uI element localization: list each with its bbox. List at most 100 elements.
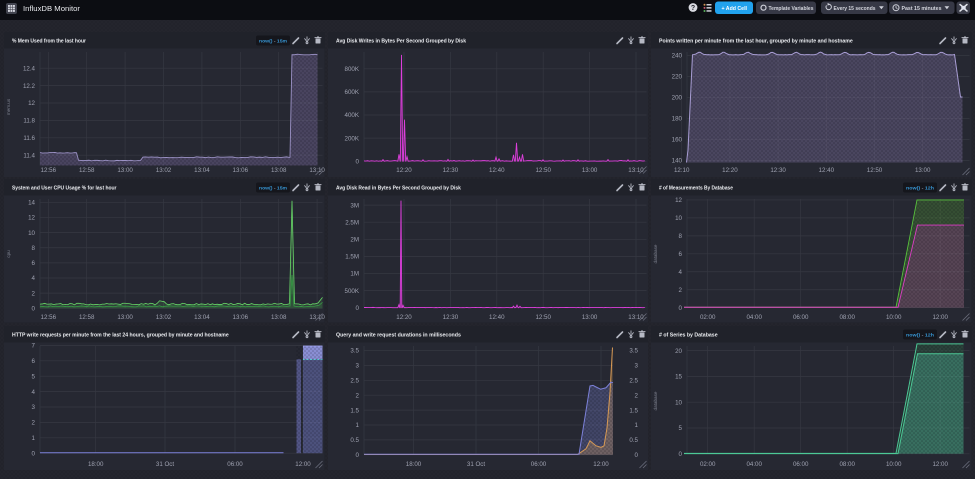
svg-text:database: database bbox=[653, 391, 658, 410]
svg-text:12:20: 12:20 bbox=[396, 314, 412, 321]
svg-text:06:00: 06:00 bbox=[793, 314, 809, 321]
svg-text:3.5: 3.5 bbox=[629, 347, 638, 354]
svg-text:13:00: 13:00 bbox=[915, 167, 931, 174]
svg-text:mem.us: mem.us bbox=[6, 98, 11, 115]
svg-text:08:00: 08:00 bbox=[839, 314, 855, 321]
svg-text:12:00: 12:00 bbox=[932, 461, 948, 468]
svg-text:12:40: 12:40 bbox=[819, 167, 835, 174]
svg-text:18:00: 18:00 bbox=[405, 461, 421, 468]
svg-text:1: 1 bbox=[634, 422, 638, 429]
svg-text:2.5: 2.5 bbox=[629, 377, 638, 384]
svg-text:3: 3 bbox=[355, 362, 359, 369]
svg-text:0: 0 bbox=[32, 306, 36, 313]
svg-text:0: 0 bbox=[634, 452, 638, 459]
svg-text:10:00: 10:00 bbox=[886, 461, 902, 468]
svg-text:Avg Disk Read in Bytes Per Sec: Avg Disk Read in Bytes Per Second Groupe… bbox=[336, 186, 461, 192]
svg-text:13:10: 13:10 bbox=[628, 167, 644, 174]
svg-text:6: 6 bbox=[32, 358, 36, 365]
svg-text:InfluxDB Monitor: InfluxDB Monitor bbox=[23, 6, 81, 13]
svg-text:0: 0 bbox=[355, 452, 359, 459]
svg-text:13:00: 13:00 bbox=[581, 314, 597, 321]
svg-text:20: 20 bbox=[675, 347, 682, 354]
svg-text:11.8: 11.8 bbox=[23, 117, 35, 124]
svg-text:2: 2 bbox=[679, 287, 683, 294]
svg-text:140: 140 bbox=[672, 157, 683, 164]
svg-text:4: 4 bbox=[32, 388, 36, 395]
svg-text:600K: 600K bbox=[344, 89, 359, 96]
svg-text:12.4: 12.4 bbox=[23, 65, 36, 72]
svg-text:12:20: 12:20 bbox=[396, 167, 412, 174]
svg-text:11.6: 11.6 bbox=[23, 135, 35, 142]
svg-text:0: 0 bbox=[355, 158, 359, 165]
svg-text:1M: 1M bbox=[350, 271, 359, 278]
svg-text:04:00: 04:00 bbox=[746, 461, 762, 468]
svg-text:now() - 15m: now() - 15m bbox=[259, 185, 287, 191]
svg-text:12:40: 12:40 bbox=[489, 314, 505, 321]
svg-text:11.4: 11.4 bbox=[23, 152, 35, 159]
svg-text:12:56: 12:56 bbox=[41, 167, 57, 174]
svg-text:12:40: 12:40 bbox=[489, 167, 505, 174]
svg-text:12.2: 12.2 bbox=[23, 82, 36, 89]
svg-text:# of Series by Database: # of Series by Database bbox=[659, 332, 718, 338]
svg-text:3.5: 3.5 bbox=[350, 347, 359, 354]
svg-text:12:58: 12:58 bbox=[79, 314, 95, 321]
svg-text:2: 2 bbox=[32, 419, 36, 426]
svg-text:06:00: 06:00 bbox=[227, 461, 243, 468]
svg-text:1.5: 1.5 bbox=[350, 407, 359, 414]
svg-text:180: 180 bbox=[672, 115, 683, 122]
svg-text:2: 2 bbox=[634, 392, 638, 399]
svg-text:8: 8 bbox=[679, 233, 683, 240]
svg-text:1: 1 bbox=[355, 422, 359, 429]
svg-text:240: 240 bbox=[672, 52, 683, 59]
svg-text:08:00: 08:00 bbox=[839, 461, 855, 468]
svg-text:0: 0 bbox=[355, 305, 359, 312]
svg-text:database: database bbox=[653, 244, 658, 263]
svg-text:10: 10 bbox=[28, 230, 35, 237]
svg-text:+ Add Cell: + Add Cell bbox=[722, 6, 748, 12]
svg-text:12:50: 12:50 bbox=[535, 167, 551, 174]
svg-text:12:30: 12:30 bbox=[770, 167, 786, 174]
svg-text:0: 0 bbox=[679, 305, 683, 312]
svg-text:1.5M: 1.5M bbox=[345, 254, 359, 261]
svg-text:# of Measurements By Database: # of Measurements By Database bbox=[659, 186, 733, 192]
svg-text:0.5: 0.5 bbox=[350, 437, 359, 444]
svg-text:13:08: 13:08 bbox=[271, 314, 287, 321]
svg-text:1.5: 1.5 bbox=[629, 407, 638, 414]
svg-text:31 Oct: 31 Oct bbox=[156, 461, 175, 468]
svg-text:12:00: 12:00 bbox=[295, 461, 311, 468]
svg-text:13:06: 13:06 bbox=[233, 314, 249, 321]
svg-text:2: 2 bbox=[32, 290, 36, 297]
svg-text:18:00: 18:00 bbox=[88, 461, 104, 468]
svg-text:cpu: cpu bbox=[6, 250, 11, 258]
svg-text:13:04: 13:04 bbox=[194, 314, 210, 321]
svg-text:3: 3 bbox=[32, 404, 36, 411]
svg-text:13:00: 13:00 bbox=[117, 314, 133, 321]
svg-text:12:50: 12:50 bbox=[535, 314, 551, 321]
svg-text:Template Variables: Template Variables bbox=[769, 6, 814, 12]
svg-text:2.5: 2.5 bbox=[350, 377, 359, 384]
svg-text:02:00: 02:00 bbox=[700, 314, 716, 321]
svg-text:800K: 800K bbox=[344, 66, 359, 73]
svg-text:12:30: 12:30 bbox=[442, 314, 458, 321]
svg-text:12:56: 12:56 bbox=[41, 314, 57, 321]
svg-text:2M: 2M bbox=[350, 237, 359, 244]
svg-text:12:20: 12:20 bbox=[722, 167, 738, 174]
svg-text:02:00: 02:00 bbox=[700, 461, 716, 468]
svg-text:13:00: 13:00 bbox=[117, 167, 133, 174]
svg-text:0: 0 bbox=[32, 450, 36, 457]
svg-text:200: 200 bbox=[672, 94, 683, 101]
svg-text:12:00: 12:00 bbox=[932, 314, 948, 321]
svg-text:06:00: 06:00 bbox=[530, 461, 546, 468]
svg-text:500K: 500K bbox=[344, 288, 359, 295]
svg-text:10: 10 bbox=[675, 399, 682, 406]
svg-text:Avg Disk Writes in Bytes Per S: Avg Disk Writes in Bytes Per Second Grou… bbox=[336, 38, 466, 44]
svg-text:13:02: 13:02 bbox=[156, 314, 172, 321]
svg-text:400K: 400K bbox=[344, 112, 359, 119]
svg-text:31 Oct: 31 Oct bbox=[466, 461, 485, 468]
svg-text:12:50: 12:50 bbox=[867, 167, 883, 174]
svg-text:Query and write request durati: Query and write request durations in mil… bbox=[336, 332, 461, 338]
svg-text:% Mem Used from the last hour: % Mem Used from the last hour bbox=[12, 38, 86, 44]
svg-text:13:02: 13:02 bbox=[156, 167, 172, 174]
svg-text:13:04: 13:04 bbox=[194, 167, 210, 174]
svg-text:Points written per minute from: Points written per minute from the last … bbox=[659, 38, 853, 44]
